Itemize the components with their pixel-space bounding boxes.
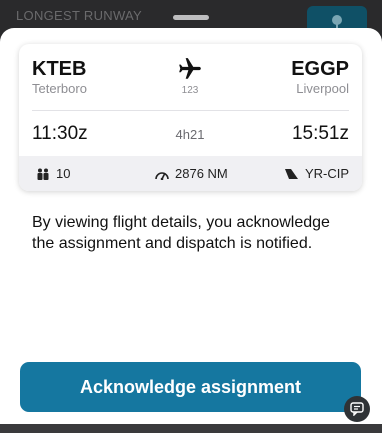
passenger-count: 10 (36, 166, 70, 181)
destination-city: Liverpool (296, 81, 349, 96)
departure-time: 11:30z (32, 123, 88, 144)
flight-duration: 4h21 (175, 127, 205, 142)
aircraft-tail-icon (284, 168, 298, 179)
origin-code: KTEB (32, 58, 87, 80)
background-section-label: LONGEST RUNWAY (16, 8, 143, 23)
acknowledge-assignment-button[interactable]: Acknowledge assignment (20, 362, 361, 412)
flight-summary-card: KTEB Teterboro 123 EGGP Liverpool 11:30z… (19, 44, 362, 191)
flight-number: 123 (181, 85, 199, 96)
airplane-icon (179, 58, 201, 79)
flight-assignment-sheet: KTEB Teterboro 123 EGGP Liverpool 11:30z… (0, 28, 382, 424)
background-bottom-strip (0, 424, 382, 433)
passenger-count-value: 10 (56, 166, 71, 181)
flight-info-bar: 10 2876 NM YR-CIP (19, 156, 362, 191)
distance-icon (155, 171, 169, 180)
flight-distance-value: 2876 NM (175, 166, 228, 181)
map-pin-icon (332, 15, 342, 30)
arrival-time: 15:51z (291, 123, 349, 144)
origin-city: Teterboro (32, 81, 87, 96)
chat-assistant-button[interactable] (344, 396, 370, 422)
sheet-grabber-handle[interactable] (173, 15, 209, 20)
aircraft-registration: YR-CIP (284, 166, 349, 181)
chat-bubble-icon (350, 402, 364, 416)
passengers-icon (37, 168, 49, 180)
card-divider (32, 110, 349, 111)
destination-code: EGGP (291, 58, 349, 80)
aircraft-registration-value: YR-CIP (304, 166, 349, 181)
flight-distance: 2876 NM (155, 166, 228, 181)
acknowledgement-notice: By viewing flight details, you acknowled… (32, 214, 330, 252)
